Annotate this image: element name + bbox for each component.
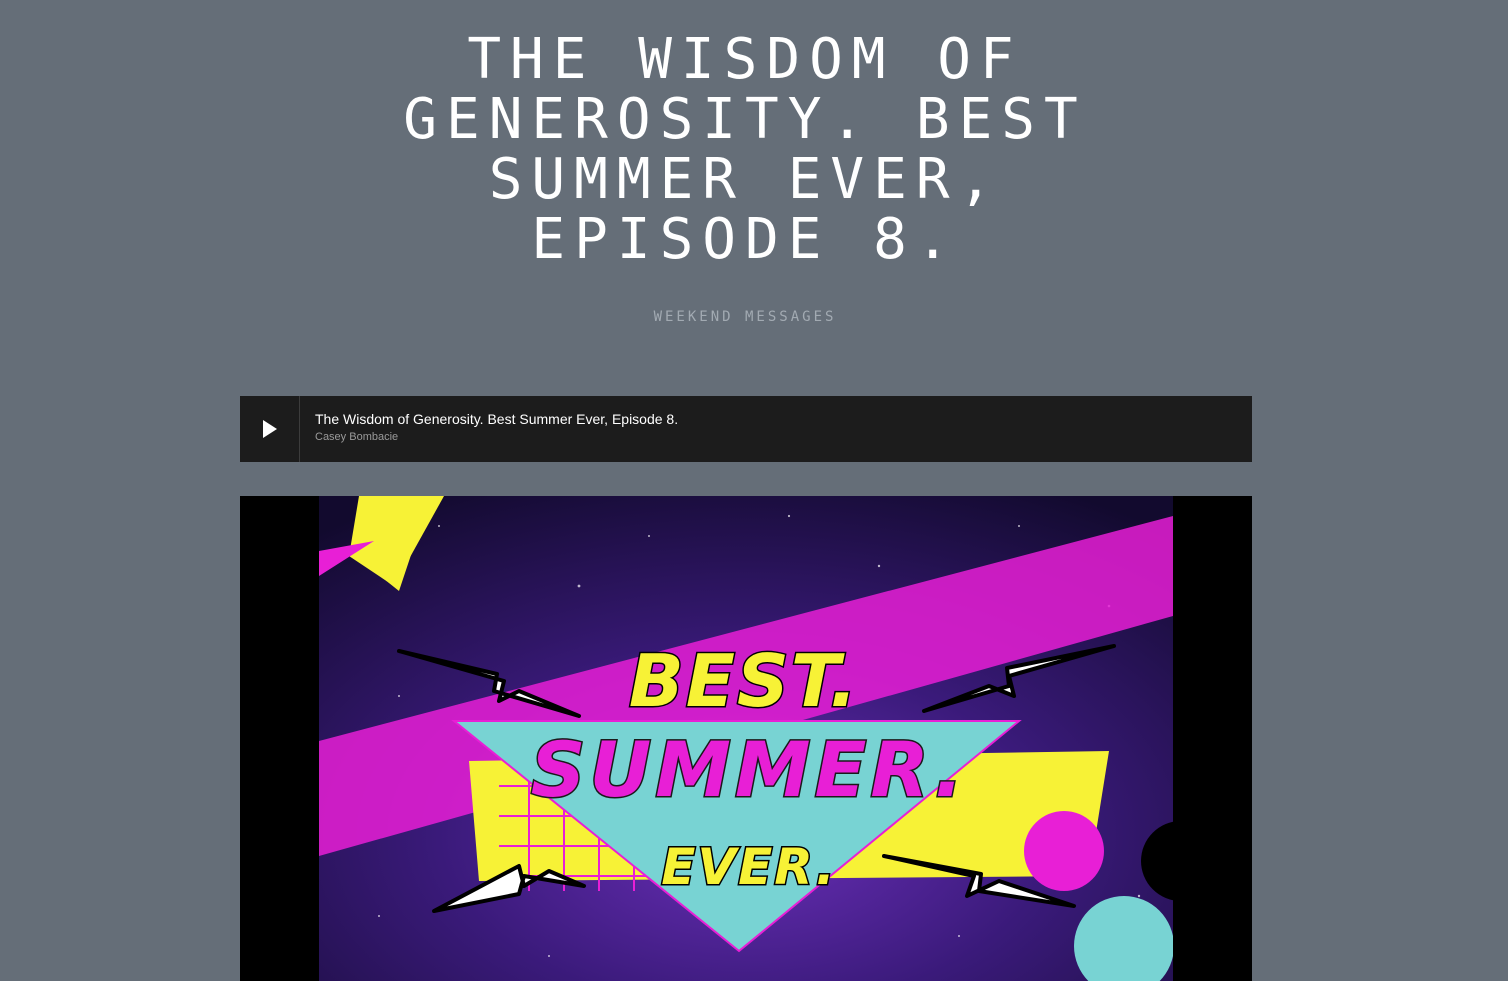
audio-player: The Wisdom of Generosity. Best Summer Ev… [240, 396, 1252, 462]
play-icon [263, 420, 277, 438]
artwork-line-2: SUMMER. [531, 725, 967, 814]
play-button[interactable] [240, 396, 300, 462]
video-thumbnail[interactable]: BEST. SUMMER. EVER. [319, 496, 1173, 981]
category-label[interactable]: Weekend Messages [545, 309, 945, 325]
artwork-line-1: BEST. [629, 639, 859, 723]
artwork-line-3: EVER. [661, 838, 836, 896]
page-title: The Wisdom of Generosity. Best Summer Ev… [403, 27, 1087, 272]
video-player[interactable]: BEST. SUMMER. EVER. [240, 496, 1252, 981]
track-artist: Casey Bombacie [315, 431, 399, 443]
track-title: The Wisdom of Generosity. Best Summer Ev… [315, 411, 679, 427]
